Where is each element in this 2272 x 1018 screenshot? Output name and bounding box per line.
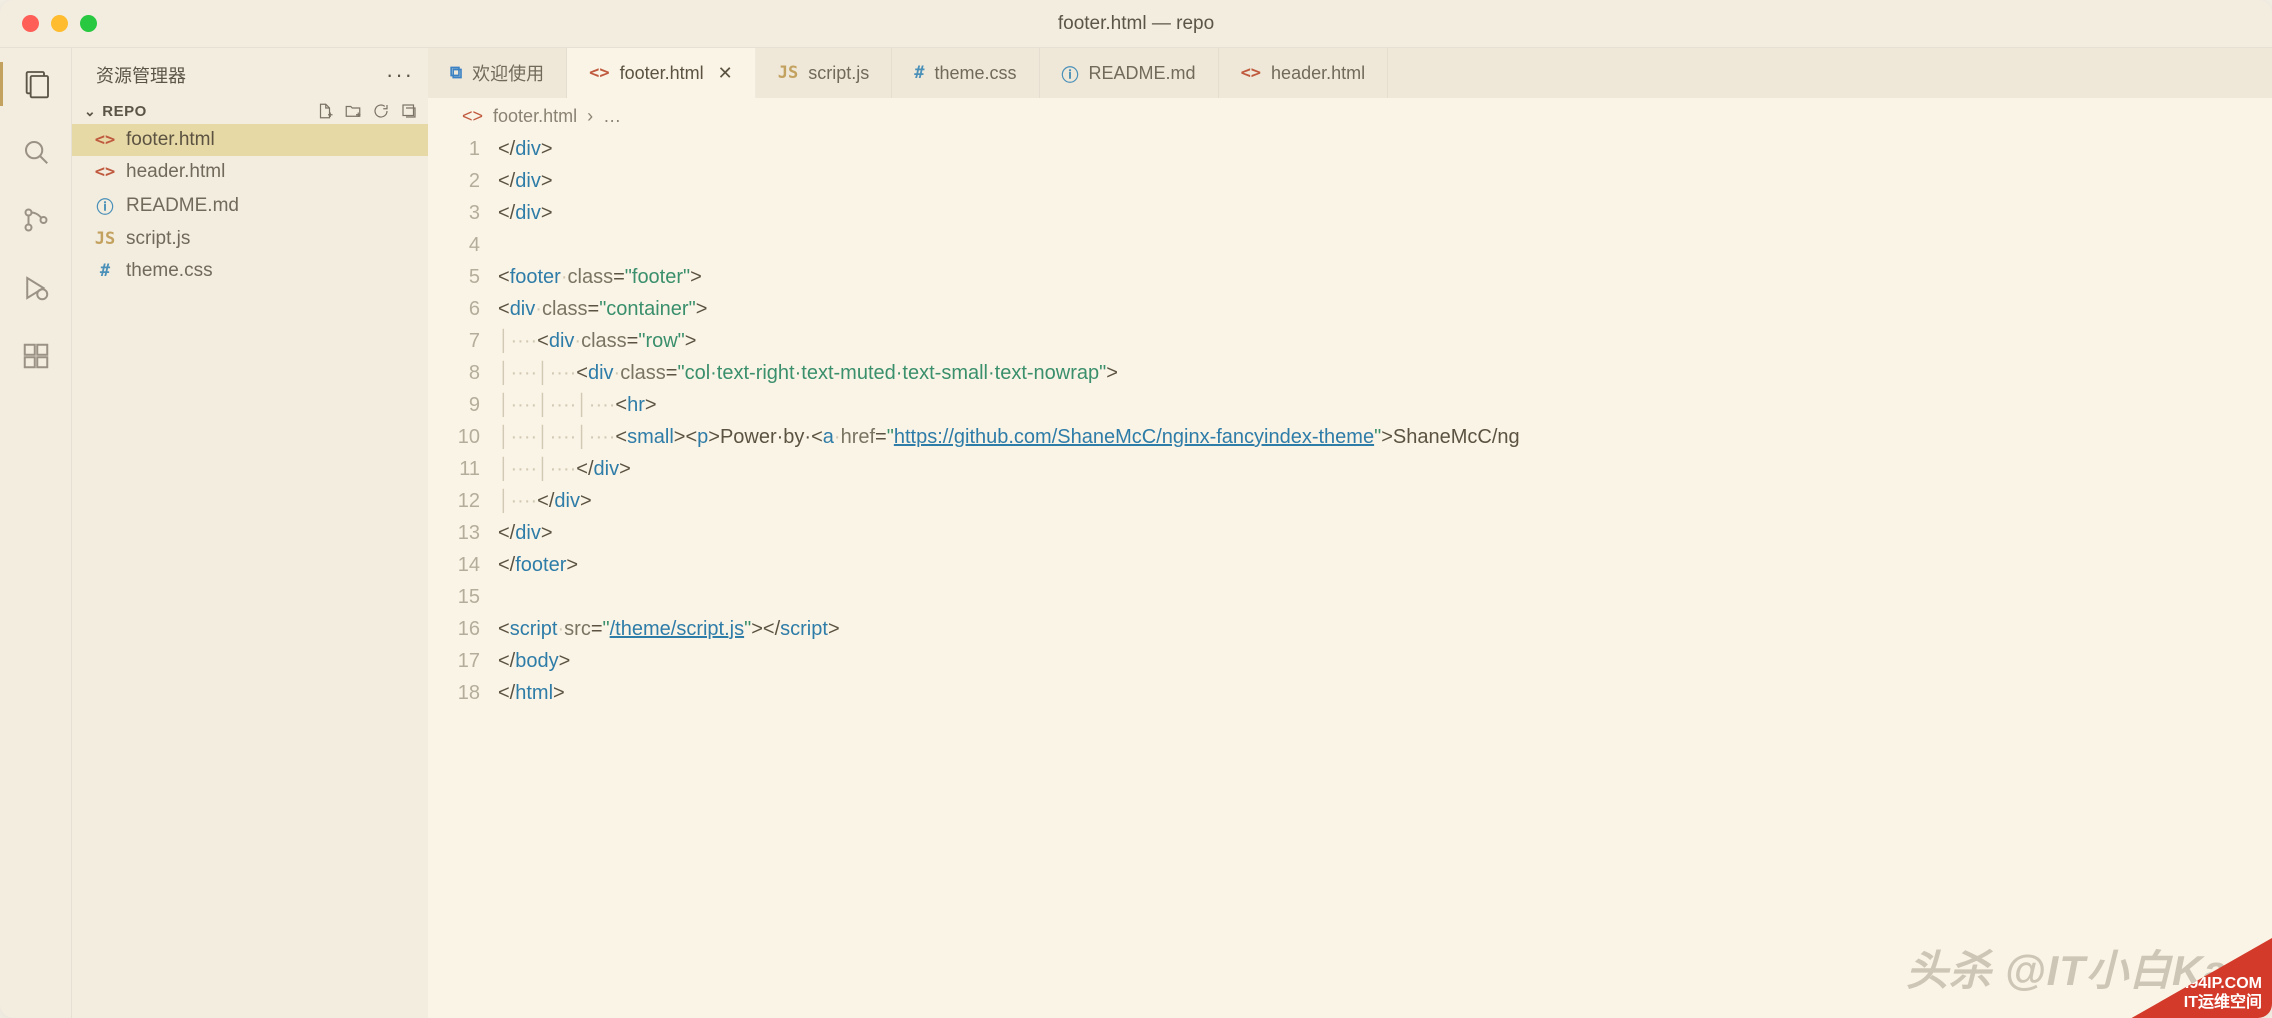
file-item-footer.html[interactable]: <> footer.html [72,124,428,156]
window-title: footer.html — repo [1058,13,1214,35]
tab-icon: <> [589,63,609,83]
tab-script.js[interactable]: JS script.js [756,48,893,98]
file-item-script.js[interactable]: JS script.js [72,223,428,255]
sidebar-title: 资源管理器 [96,62,186,88]
source-control-icon[interactable] [18,202,54,238]
tab-bar: ⧉ 欢迎使用 <> footer.html ✕ JS script.js # theme.css… [428,48,2272,98]
code-editor[interactable]: 1 2 3 4 5 6 7 8 9 10 11 12 13 14 15 16 1… [428,131,2272,709]
minimize-icon[interactable] [51,15,68,32]
tab-欢迎使用[interactable]: ⧉ 欢迎使用 [428,48,567,98]
file-icon: <> [94,130,116,150]
activity-bar [0,48,72,1018]
file-icon: # [94,261,116,281]
tab-icon: JS [778,63,798,83]
file-explorer: <> footer.html <> header.html ⓘ README.md JS sc… [72,124,428,287]
breadcrumb[interactable]: <> footer.html › … [428,98,2272,131]
more-icon[interactable]: ··· [386,62,414,88]
main-area: 资源管理器 ··· ⌄ REPO <> footer.html <> header.ht… [0,48,2272,1018]
refresh-icon[interactable] [372,102,390,120]
tab-footer.html[interactable]: <> footer.html ✕ [567,48,756,98]
file-icon: JS [94,229,116,249]
extensions-icon[interactable] [18,338,54,374]
tab-README.md[interactable]: ⓘ README.md [1040,48,1219,98]
file-item-theme.css[interactable]: # theme.css [72,255,428,287]
file-icon: ⓘ [94,193,116,218]
titlebar: footer.html — repo [0,0,2272,48]
search-icon[interactable] [18,134,54,170]
tab-label: 欢迎使用 [472,60,544,86]
file-name: theme.css [126,260,213,282]
tab-label: header.html [1271,63,1365,84]
editor-area: ⧉ 欢迎使用 <> footer.html ✕ JS script.js # theme.css… [428,48,2272,1018]
code-content[interactable]: </div> </div> </div> <footer·class="foot… [498,133,2272,709]
breadcrumb-tail: … [603,106,621,127]
sidebar: 资源管理器 ··· ⌄ REPO <> footer.html <> header.ht… [72,48,428,1018]
explorer-icon[interactable] [18,66,54,102]
new-file-icon[interactable] [316,102,334,120]
close-icon[interactable]: ✕ [718,63,733,84]
file-item-header.html[interactable]: <> header.html [72,156,428,188]
tab-header.html[interactable]: <> header.html [1219,48,1389,98]
file-icon: <> [94,162,116,182]
tab-icon: ⧉ [450,63,462,83]
chevron-down-icon: ⌄ [84,103,96,119]
repo-actions [316,102,418,120]
tab-icon: # [914,63,924,83]
line-gutter: 1 2 3 4 5 6 7 8 9 10 11 12 13 14 15 16 1… [428,133,498,709]
tab-theme.css[interactable]: # theme.css [892,48,1039,98]
tab-icon: <> [1241,63,1261,83]
run-debug-icon[interactable] [18,270,54,306]
tab-label: README.md [1089,63,1196,84]
close-icon[interactable] [22,15,39,32]
tab-icon: ⓘ [1062,61,1079,86]
repo-header[interactable]: ⌄ REPO [72,98,428,124]
html-icon: <> [462,106,483,127]
file-name: footer.html [126,129,215,151]
collapse-icon[interactable] [400,102,418,120]
vscode-window: footer.html — repo 资源管理器 ··· [0,0,2272,1018]
breadcrumb-file: footer.html [493,106,577,127]
sidebar-header: 资源管理器 ··· [72,48,428,98]
file-name: README.md [126,195,239,217]
tab-label: footer.html [620,63,704,84]
traffic-lights [0,15,97,32]
file-name: header.html [126,161,225,183]
new-folder-icon[interactable] [344,102,362,120]
file-name: script.js [126,228,190,250]
tab-label: script.js [808,63,869,84]
file-item-README.md[interactable]: ⓘ README.md [72,188,428,223]
chevron-right-icon: › [587,106,593,127]
tab-label: theme.css [935,63,1017,84]
maximize-icon[interactable] [80,15,97,32]
repo-name: REPO [102,103,147,120]
